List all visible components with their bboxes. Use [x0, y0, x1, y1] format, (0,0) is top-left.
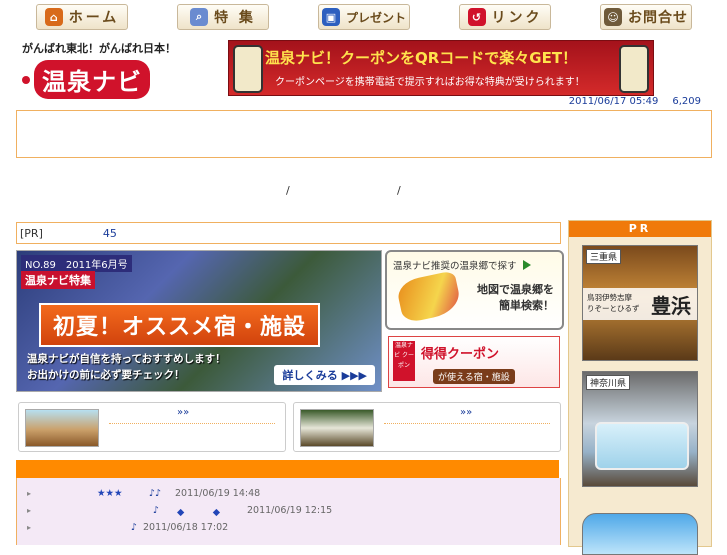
news-date: 2011/06/18 17:02 [143, 522, 229, 533]
special-label: 温泉ナビ特集 [21, 271, 95, 289]
nav-home[interactable]: ⌂ ホーム [36, 4, 128, 30]
link-icon: ↺ [467, 8, 486, 26]
people-icon: ☺ [604, 8, 622, 26]
nav-special[interactable]: ⌕ 特 集 [177, 4, 269, 30]
card-divider [384, 423, 550, 424]
ad-area: 鳥羽伊勢志摩 [587, 293, 632, 302]
slogan: がんばれ東北！がんばれ日本！ [22, 42, 176, 55]
onsen-thumbnail [25, 409, 99, 447]
japan-map-icon [395, 270, 463, 324]
ad-pref-badge: 三重県 [586, 249, 622, 264]
magnifier-icon: ⌕ [190, 8, 209, 26]
card-divider [109, 423, 275, 424]
datetime: 2011/06/17 05:49 [568, 96, 659, 107]
bullet-icon: ▸ [27, 489, 32, 498]
info-card[interactable]: »» [293, 402, 561, 452]
gift-icon: ▣ [321, 8, 340, 26]
nav-contact-label: お問合せ [628, 10, 688, 26]
mobile-phone-icon [619, 45, 649, 93]
breadcrumb-separator: / [397, 184, 401, 197]
map-copy-line: 簡単検索！ [499, 299, 554, 312]
breadcrumb-separator: / [286, 184, 290, 197]
bullet-icon: ▸ [27, 523, 32, 532]
news-date: 2011/06/19 12:15 [247, 505, 333, 516]
bullet-icon: ▸ [27, 506, 32, 515]
info-box [16, 110, 712, 158]
coupon-badge: 温泉ナビ クーポン [393, 341, 415, 381]
feature-desc-line: お出かけの前に必ず要チェック！ [27, 369, 185, 381]
card-more-link[interactable]: »» [177, 407, 189, 418]
map-copy-line: 地図で温泉郷を [477, 283, 554, 296]
news-item[interactable]: ▸ ♪ ◆ ◆ 2011/06/19 12:15 [17, 502, 560, 519]
nav-special-label: 特 集 [214, 10, 256, 26]
map-banner-header: 温泉ナビ推奨の温泉郷で探す [393, 258, 530, 272]
pr-column-header: PR [569, 221, 711, 237]
pr-ad-kanagawa[interactable]: 神奈川県 [582, 371, 698, 487]
qr-banner-subtitle: クーポンページを携帯電話で提示すればお得な特典が受けられます！ [275, 77, 585, 88]
ad-area-sub: りぞーとひるず [587, 304, 640, 313]
pr-link-number[interactable]: 45 [103, 227, 117, 240]
issue-label: NO.89 2011年6月号 [21, 255, 132, 272]
nav-link-label: リンク [491, 10, 543, 26]
visitor-count: 6,209 [672, 96, 701, 107]
map-search-banner[interactable]: 温泉ナビ推奨の温泉郷で探す 地図で温泉郷を 簡単検索！ [385, 250, 564, 330]
pr-column: PR 三重県 鳥羽伊勢志摩 りぞーとひるず 豊浜 神奈川県 [568, 220, 712, 555]
feature-banner[interactable]: NO.89 2011年6月号 温泉ナビ特集 初夏！オススメ宿・施設 温泉ナビが自… [16, 250, 382, 392]
nav-present-label: プレゼント [345, 10, 406, 25]
home-icon: ⌂ [44, 8, 63, 26]
bath-image [595, 422, 689, 470]
feature-desc: 温泉ナビが自信を持っておすすめします！ お出かけの前に必ず要チェック！ [27, 351, 226, 383]
site-logo[interactable]: がんばれ東北！がんばれ日本！ 温泉ナビ [22, 40, 182, 104]
coupon-banner[interactable]: 温泉ナビ クーポン 得得クーポン が使える宿・施設 [388, 336, 560, 388]
mobile-phone-icon [233, 45, 263, 93]
datetime-counter: 2011/06/17 05:49 6,209 [569, 96, 701, 107]
top-nav: ⌂ ホーム ⌕ 特 集 ▣ プレゼント ↺ リンク ☺ お問合せ [0, 0, 727, 32]
pr-ad-toyohama[interactable]: 三重県 鳥羽伊勢志摩 りぞーとひるず 豊浜 [582, 245, 698, 361]
news-note: ♪♪ [149, 488, 162, 499]
nav-present[interactable]: ▣ プレゼント [318, 4, 410, 30]
nav-home-label: ホーム [68, 10, 120, 26]
qr-coupon-banner[interactable]: 温泉ナビ！クーポンをQRコードで楽々GET！ クーポンページを携帯電話で提示すれ… [228, 40, 654, 96]
card-more-link[interactable]: »» [460, 407, 472, 418]
news-date: 2011/06/19 14:48 [175, 488, 261, 499]
ad-pref-badge: 神奈川県 [586, 375, 631, 390]
news-stars: ★★★ [97, 488, 123, 499]
feature-desc-line: 温泉ナビが自信を持っておすすめします！ [27, 353, 226, 365]
logo-text: 温泉ナビ [34, 60, 150, 99]
logo-dot-icon [22, 75, 30, 84]
pr-tag: [PR] [20, 226, 43, 240]
coupon-subtitle: が使える宿・施設 [433, 369, 515, 384]
nav-contact[interactable]: ☺ お問合せ [600, 4, 692, 30]
pr-ad-sky[interactable] [582, 513, 698, 555]
pr-text-ad[interactable]: [PR] 45 [16, 222, 561, 244]
news-item[interactable]: ▸ ♪ 2011/06/18 17:02 [17, 519, 560, 536]
ad-hotel-name: 豊浜 [651, 294, 691, 318]
map-banner-copy: 地図で温泉郷を 簡単検索！ [477, 282, 554, 314]
news-stars: ◆ ◆ [177, 506, 221, 518]
news-note: ♪ [131, 522, 138, 533]
news-item[interactable]: ▸ ★★★ ♪♪ 2011/06/19 14:48 [17, 485, 560, 502]
onsen-thumbnail [300, 409, 374, 447]
news-list: ▸ ★★★ ♪♪ 2011/06/19 14:48 ▸ ♪ ◆ ◆ 2011/0… [16, 478, 561, 545]
feature-title: 初夏！オススメ宿・施設 [39, 303, 321, 347]
info-card[interactable]: »» [18, 402, 286, 452]
logo-mark: 温泉ナビ [22, 60, 182, 99]
ad-area-text: 鳥羽伊勢志摩 りぞーとひるず [587, 292, 640, 314]
qr-banner-title: 温泉ナビ！クーポンをQRコードで楽々GET！ [265, 49, 578, 67]
nav-link[interactable]: ↺ リンク [459, 4, 551, 30]
news-header-bar [16, 460, 559, 478]
coupon-title: 得得クーポン [421, 347, 500, 362]
feature-more-button[interactable]: 詳しくみる ▶▶▶ [274, 365, 375, 385]
news-note: ♪ [153, 505, 160, 516]
